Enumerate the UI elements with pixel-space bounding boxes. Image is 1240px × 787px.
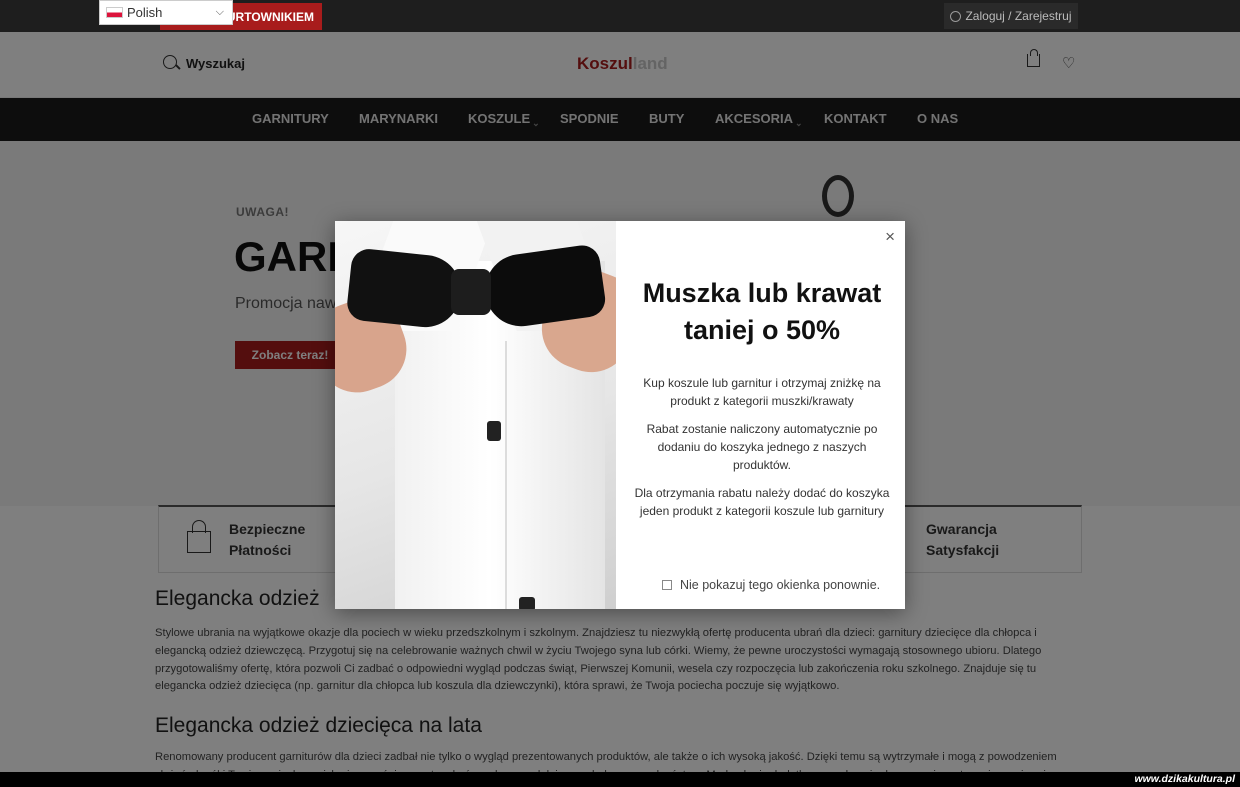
language-selector[interactable]: Polish ⌵ <box>99 0 233 25</box>
watermark-bar: www.dzikakultura.pl <box>0 772 1240 787</box>
modal-text-2: Rabat zostanie naliczony automatycznie p… <box>646 422 878 472</box>
modal-text-3: Dla otrzymania rabatu należy dodać do ko… <box>634 486 890 518</box>
poland-flag-icon <box>106 7 123 18</box>
wholesale-label: URTOWNIKIEM <box>226 9 314 24</box>
checkbox-box[interactable] <box>662 580 672 590</box>
language-label: Polish <box>127 5 163 20</box>
watermark-text: www.dzikakultura.pl <box>1134 773 1235 785</box>
checkbox-label: Nie pokazuj tego okienka ponownie. <box>680 578 881 592</box>
login-label: Zaloguj / Zarejestruj <box>965 9 1072 23</box>
modal-title-line-1: Muszka lub krawat <box>642 278 882 308</box>
dont-show-again-checkbox[interactable]: Nie pokazuj tego okienka ponownie. <box>662 578 880 592</box>
modal-title: Muszka lub krawat taniej o 50% <box>637 275 887 349</box>
login-link[interactable]: Zaloguj / Zarejestruj <box>944 3 1078 29</box>
promo-modal: × Muszka lub krawat taniej o 50% Kup kos… <box>335 221 905 609</box>
close-icon[interactable]: × <box>885 227 895 247</box>
user-icon <box>950 10 962 22</box>
modal-text-1: Kup koszule lub garnitur i otrzymaj zniż… <box>643 376 881 408</box>
modal-title-line-2: taniej o 50% <box>683 315 841 345</box>
chevron-down-icon: ⌵ <box>215 6 224 18</box>
bowtie-photo <box>335 221 616 609</box>
